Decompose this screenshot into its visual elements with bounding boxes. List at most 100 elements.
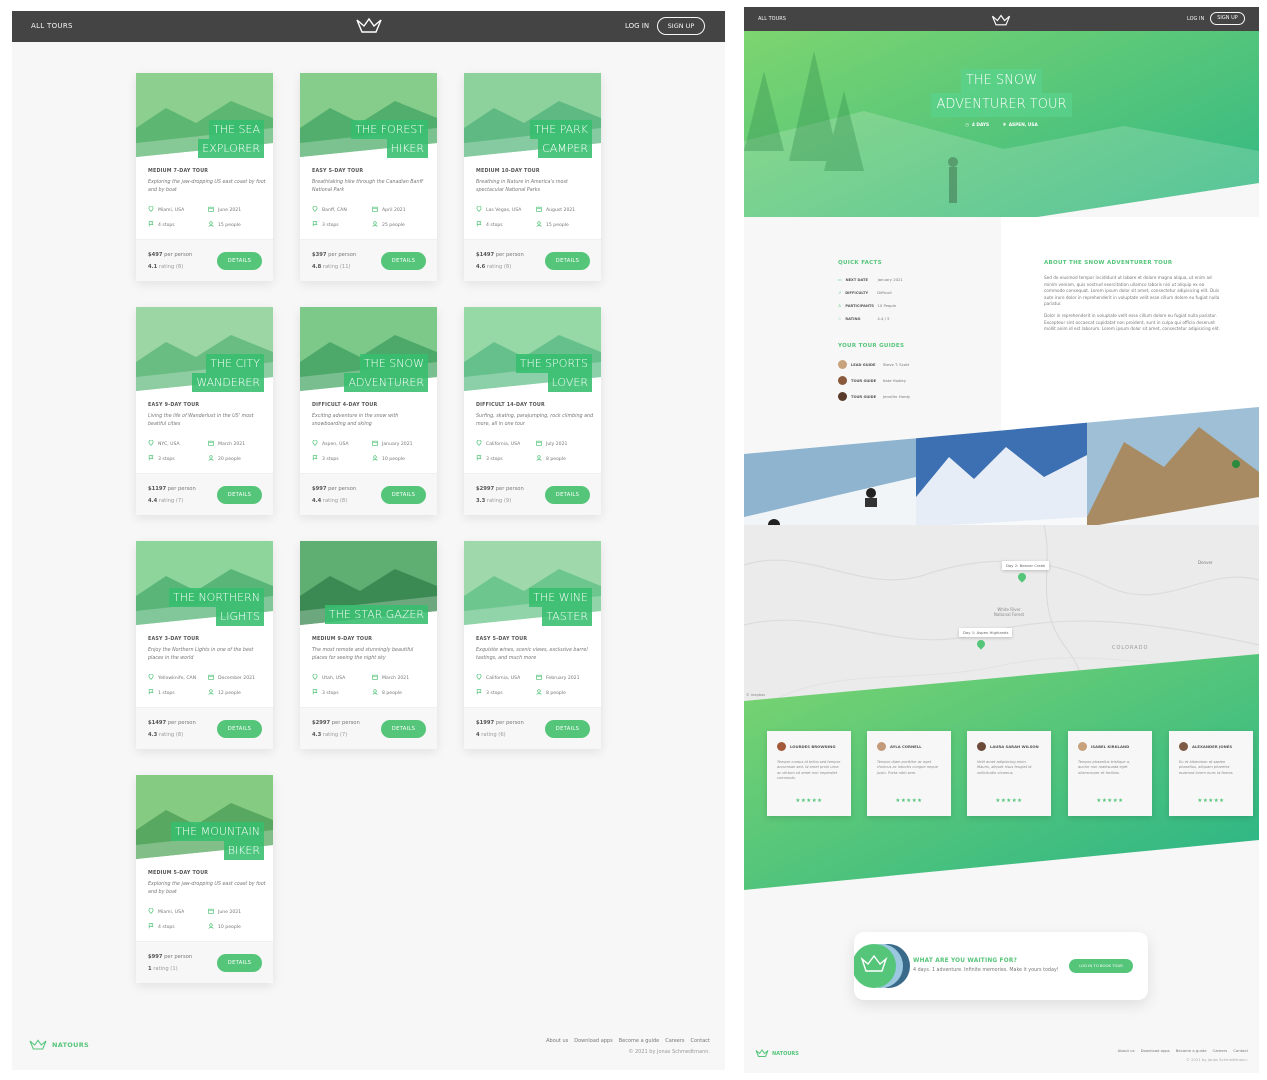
review-text: Tempor cursus id tellus sed tempor accum… [777,760,841,781]
signup-button[interactable]: SIGN UP [657,17,705,35]
avatar [838,360,847,369]
avatar [977,742,986,751]
star-icon: ☆ [838,316,842,321]
review-author: AYLA CORNELL [877,742,947,751]
tour-name-line2: WANDERER [192,373,264,392]
tour-name-line1: THE WINE [529,588,592,607]
tour-name-line2: BIKER [223,841,264,860]
tour-name: THE FOREST HIKER [351,120,428,158]
nav-all-tours[interactable]: ALL TOURS [31,22,73,30]
details-button[interactable]: DETAILS [217,486,262,504]
tour-rating: 4.8 rating (11) [312,264,351,270]
review-text: Tempor phasellus tristique a, auctor non… [1078,760,1131,775]
tour-stops: 1 stops [148,689,175,697]
footer-link-guide[interactable]: Become a guide [1176,1048,1207,1053]
logo-icon[interactable] [355,17,383,39]
tour-name-line1: THE SEA [209,120,264,139]
quick-facts-section: QUICK FACTS ▭ NEXT DATE January 2021 ↗ DIFF… [744,217,1001,432]
details-button[interactable]: DETAILS [217,252,262,270]
fact-participants: ♙ PARTICIPANTS 10 People [838,303,897,308]
tour-people: 20 people [208,455,241,463]
tour-name-line1: THE NORTHERN [169,588,264,607]
guides-heading: YOUR TOUR GUIDES [838,343,905,349]
tour-name-line2: TASTER [542,607,592,626]
tour-difficulty: MEDIUM 10-DAY TOUR [476,169,540,174]
hero-duration: ◷ 4 DAYS [965,123,989,128]
duration-text: 4 DAYS [971,123,990,128]
tour-card-footer: $2997 per person 3.3 rating (9) DETAILS [464,473,601,515]
tour-name-line1: THE PARK [530,120,592,139]
footer-link-guide[interactable]: Become a guide [619,1038,660,1044]
flag-icon [148,455,154,463]
tour-location: Aspen, USA [312,439,349,448]
details-button[interactable]: DETAILS [381,720,426,738]
tour-stops: 3 stops [312,689,339,697]
tour-stops: 3 stops [312,455,339,463]
guide-item: TOUR GUIDE Kate Hodley [838,376,906,385]
details-button[interactable]: DETAILS [545,720,590,738]
clock-icon: ◷ [965,123,969,128]
tour-rating: 4.3 rating (7) [312,732,348,738]
book-tour-button[interactable]: LOG IN TO BOOK TOUR [1069,959,1133,973]
flag-icon [312,455,318,463]
tour-price: $2997 per person [312,720,360,726]
tour-stops: 3 stops [476,689,503,697]
footer-link-careers[interactable]: Careers [665,1038,684,1044]
flag-icon [148,923,154,931]
logo-icon [29,1039,47,1050]
tour-card-footer: $2997 per person 4.3 rating (7) DETAILS [300,707,437,749]
details-button[interactable]: DETAILS [545,486,590,504]
footer-logo[interactable]: NATOURS [755,1049,799,1058]
footer-link-download[interactable]: Download apps [574,1038,612,1044]
hero-meta: ◷ 4 DAYS ⌾ ASPEN, USA [744,123,1259,128]
tour-stops: 3 stops [148,455,175,463]
review-card: LOURDES BROWNING Tempor cursus id tellus … [767,731,851,816]
hero-location: ⌾ ASPEN, USA [1003,123,1038,128]
tour-summary: The most remote and stunningly beautiful… [312,648,414,661]
footer-link-download[interactable]: Download apps [1141,1048,1170,1053]
details-button[interactable]: DETAILS [545,252,590,270]
about-heading: ABOUT THE SNOW ADVENTURER TOUR [1044,260,1173,266]
footer-link-contact[interactable]: Contact [1233,1048,1248,1053]
details-button[interactable]: DETAILS [217,720,262,738]
tour-summary: Exciting adventure in the snow with snow… [312,414,399,427]
footer-logo[interactable]: NATOURS [28,1039,89,1051]
user-icon [536,455,542,463]
footer-link-about[interactable]: About us [546,1038,568,1044]
tour-summary: Exquisite wines, scenic views, exclusive… [476,648,588,661]
tour-rating: 4.1 rating (8) [148,264,184,270]
tour-people: 25 people [372,221,405,229]
footer: NATOURS About us Download apps Become a … [12,1031,725,1070]
logo-icon[interactable] [991,12,1011,31]
signup-button[interactable]: SIGN UP [1210,12,1245,25]
review-author: ALEXANDER JONES [1179,742,1249,751]
tour-card: THE FOREST HIKER EASY 5-DAY TOUR Breathtaki… [300,73,437,281]
login-link[interactable]: LOG IN [1187,16,1204,22]
map-pin-icon [312,205,318,214]
tour-date: March 2021 [372,674,409,682]
tour-price: $997 per person [148,954,193,960]
tour-name: THE PARK CAMPER [530,120,592,158]
tour-date: August 2021 [536,206,575,214]
cta-text: 4 days. 1 adventure. Infinite memories. … [913,968,1059,973]
map-label-city: Denver [1198,560,1213,565]
tour-summary: Enjoy the Northern Lights in one of the … [148,648,254,661]
tour-name-line1: THE SPORTS [515,354,592,373]
tour-date: June 2021 [208,206,241,214]
footer-link-about[interactable]: About us [1118,1048,1135,1053]
tour-price: $1497 per person [476,252,524,258]
footer-links: About us Download apps Become a guide Ca… [1118,1048,1248,1053]
calendar-icon [536,206,542,214]
cta-images [854,944,910,988]
details-button[interactable]: DETAILS [217,954,262,972]
tour-difficulty: EASY 5-DAY TOUR [476,637,528,642]
tour-name-line2: ADVENTURER [344,373,428,392]
tour-rating: 4 rating (6) [476,732,506,738]
details-button[interactable]: DETAILS [381,252,426,270]
details-button[interactable]: DETAILS [381,486,426,504]
nav-all-tours[interactable]: ALL TOURS [758,16,786,22]
footer-link-contact[interactable]: Contact [691,1038,710,1044]
footer-link-careers[interactable]: Careers [1213,1048,1228,1053]
login-link[interactable]: LOG IN [625,22,649,30]
header: ALL TOURS LOG IN SIGN UP [744,7,1259,31]
